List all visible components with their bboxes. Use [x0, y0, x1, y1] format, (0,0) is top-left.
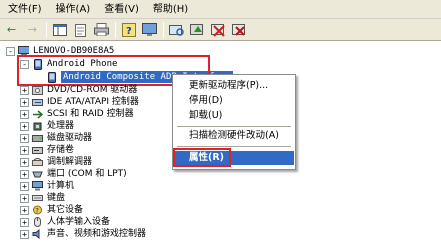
- menu-view[interactable]: 查看(V): [100, 1, 143, 18]
- expand-toggle[interactable]: +: [20, 169, 29, 179]
- port-icon: [32, 169, 43, 180]
- svg-text:?: ?: [35, 207, 39, 215]
- expand-toggle[interactable]: +: [20, 133, 29, 143]
- tree-item-ide[interactable]: + IDE ATA/ATAPI 控制器: [20, 96, 139, 108]
- tree-item-processor[interactable]: + 处理器: [20, 120, 74, 132]
- menu-separator: [177, 126, 291, 127]
- tree-item-label: 键盘: [47, 193, 66, 203]
- ide-controller-icon: [32, 97, 43, 108]
- menu-action[interactable]: 操作(A): [52, 1, 95, 18]
- tree-item-label: 其它设备: [47, 205, 84, 215]
- expand-toggle[interactable]: +: [20, 157, 29, 167]
- collapse-toggle[interactable]: -: [6, 46, 15, 56]
- tree-item-computer[interactable]: + 计算机: [20, 180, 74, 192]
- tree-item-label: 端口 (COM 和 LPT): [47, 169, 127, 179]
- processor-icon: [32, 121, 43, 132]
- help-icon[interactable]: ?: [120, 21, 137, 38]
- tree-item-label: 处理器: [47, 121, 75, 131]
- highlight-box-properties: [173, 148, 231, 167]
- forward-arrow-icon[interactable]: →: [24, 21, 41, 38]
- tree-item-hid[interactable]: + 人体学输入设备: [20, 216, 110, 228]
- tree-item-ports[interactable]: + 端口 (COM 和 LPT): [20, 168, 127, 180]
- properties-icon[interactable]: [72, 21, 89, 38]
- scsi-controller-icon: [32, 109, 43, 120]
- expand-toggle[interactable]: +: [20, 121, 29, 131]
- menu-separator: [177, 146, 291, 147]
- sound-icon: [32, 229, 43, 240]
- menu-bar: 文件(F) 操作(A) 查看(V) 帮助(H): [0, 0, 441, 19]
- tree-item-disk[interactable]: + 磁盘驱动器: [20, 132, 92, 144]
- back-arrow-icon[interactable]: ←: [3, 21, 20, 38]
- toolbar-separator: [46, 21, 47, 38]
- tree-item-label: SCSI 和 RAID 控制器: [47, 109, 134, 119]
- expand-toggle[interactable]: +: [20, 205, 29, 215]
- storage-volume-icon: [32, 145, 43, 156]
- view-pane-icon[interactable]: [51, 21, 68, 38]
- svg-text:?: ?: [126, 26, 132, 37]
- tree-item-dvd[interactable]: + DVD/CD-ROM 驱动器: [20, 84, 137, 96]
- menu-help[interactable]: 帮助(H): [149, 1, 192, 18]
- tree-item-sound[interactable]: + 声音、视频和游戏控制器: [20, 228, 146, 240]
- tree-item-label: 计算机: [47, 181, 75, 191]
- toolbar: ← → ?: [0, 19, 441, 41]
- tree-item-label: 声音、视频和游戏控制器: [47, 229, 147, 239]
- menu-item-scan[interactable]: 扫描检测硬件改动(A): [174, 129, 294, 143]
- toolbar-separator: [115, 21, 116, 38]
- tree-item-keyboard[interactable]: + 键盘: [20, 192, 65, 204]
- monitor-icon[interactable]: [141, 21, 158, 38]
- expand-toggle[interactable]: +: [20, 109, 29, 119]
- menu-file[interactable]: 文件(F): [4, 1, 46, 18]
- tree-item-label: 调制解调器: [47, 157, 93, 167]
- expand-toggle[interactable]: +: [20, 97, 29, 107]
- computer-icon: [32, 181, 43, 192]
- hid-icon: [32, 217, 43, 228]
- modem-icon: [32, 157, 43, 168]
- update-driver-icon[interactable]: [189, 21, 206, 38]
- expand-toggle[interactable]: +: [20, 217, 29, 227]
- tree-item-label: 磁盘驱动器: [47, 133, 93, 143]
- menu-item-update-driver[interactable]: 更新驱动程序(P)...: [174, 79, 294, 93]
- toolbar-separator: [163, 21, 164, 38]
- keyboard-icon: [32, 193, 43, 204]
- scan-hardware-icon[interactable]: [168, 21, 185, 38]
- expand-toggle[interactable]: +: [20, 145, 29, 155]
- disable-icon[interactable]: [210, 21, 227, 38]
- print-icon[interactable]: [93, 21, 110, 38]
- menu-item-uninstall[interactable]: 卸载(U): [174, 109, 294, 123]
- tree-item-volume[interactable]: + 存储卷: [20, 144, 74, 156]
- tree-item-label: 存储卷: [47, 145, 75, 155]
- tree-item-scsi[interactable]: + SCSI 和 RAID 控制器: [20, 108, 134, 120]
- tree-item-modem[interactable]: + 调制解调器: [20, 156, 92, 168]
- tree-item-label: IDE ATA/ATAPI 控制器: [47, 97, 139, 107]
- expand-toggle[interactable]: +: [20, 85, 29, 95]
- dvd-drive-icon: [32, 85, 43, 96]
- tree-item-label: DVD/CD-ROM 驱动器: [47, 85, 138, 95]
- expand-toggle[interactable]: +: [20, 181, 29, 191]
- expand-toggle[interactable]: +: [20, 229, 29, 239]
- expand-toggle[interactable]: +: [20, 193, 29, 203]
- tree-item-label: 人体学输入设备: [47, 217, 111, 227]
- disk-drive-icon: [32, 133, 43, 144]
- menu-item-disable[interactable]: 停用(D): [174, 94, 294, 108]
- tree-item-other[interactable]: + ? 其它设备: [20, 204, 83, 216]
- uninstall-icon[interactable]: [231, 21, 248, 38]
- other-device-icon: ?: [32, 205, 43, 216]
